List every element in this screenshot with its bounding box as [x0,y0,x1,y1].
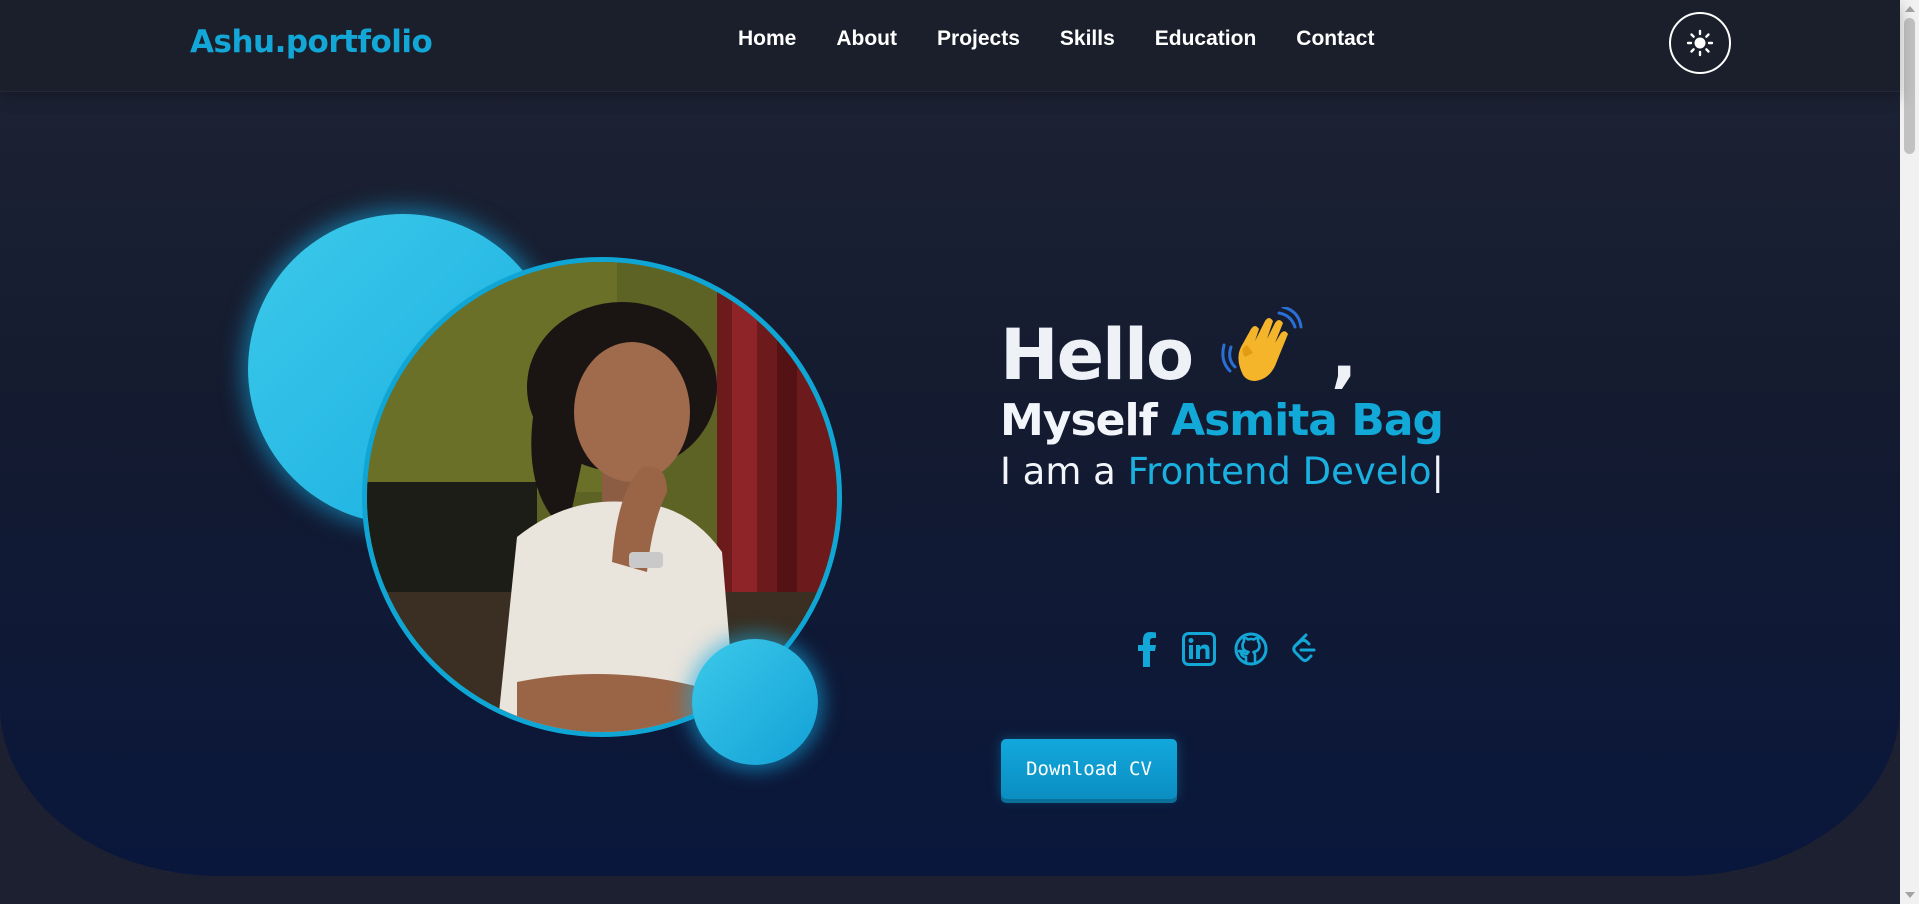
decorative-blob-small [692,639,818,765]
nav-link-contact[interactable]: Contact [1296,27,1374,50]
nav-item-contact: Contact [1296,27,1374,51]
nav-link-projects[interactable]: Projects [937,27,1020,50]
hello-text: Hello [1000,314,1194,396]
leetcode-icon [1292,633,1316,662]
theme-toggle-button[interactable] [1669,12,1731,74]
hero-greeting: Hello , [1000,307,1358,396]
waving-hand-icon [1220,307,1303,381]
nav-item-skills: Skills [1060,27,1115,51]
nav-link-education[interactable]: Education [1155,27,1257,50]
linkedin-link[interactable] [1180,630,1218,668]
nav-item-about: About [836,27,897,51]
navbar: Ashu.portfolio Home About Projects Skill… [0,0,1900,92]
nav-link-home[interactable]: Home [738,27,796,50]
linkedin-icon [1182,632,1216,666]
nav-link-about[interactable]: About [836,27,897,50]
hero-role: I am a Frontend Develo| [1000,450,1444,493]
nav-item-home: Home [738,27,796,51]
myself-label: Myself [1000,395,1158,446]
nav-item-projects: Projects [937,27,1020,51]
hero-intro: Myself Asmita Bag [1000,395,1444,446]
leetcode-link[interactable] [1284,630,1322,668]
scroll-down-arrow-icon[interactable] [1905,892,1915,898]
github-link[interactable] [1232,630,1270,668]
role-typed-text: Frontend Develo [1127,450,1432,493]
site-logo[interactable]: Ashu.portfolio [190,24,433,60]
nav-item-education: Education [1155,27,1257,51]
social-links [1128,630,1322,668]
role-prefix: I am a [1000,450,1116,493]
hero-section: Hello , Myself Asmita Bag I am a Fronten… [0,92,1900,876]
nav-links: Home About Projects Skills Education Con… [738,27,1374,51]
github-icon [1234,632,1268,666]
facebook-link[interactable] [1128,630,1166,668]
nav-link-skills[interactable]: Skills [1060,27,1115,50]
scrollbar-thumb[interactable] [1904,18,1915,154]
scroll-up-arrow-icon[interactable] [1905,6,1915,12]
page-scrollbar[interactable] [1900,0,1919,904]
hero-name: Asmita Bag [1171,395,1444,446]
download-cv-button[interactable]: Download CV [1001,739,1177,799]
typing-cursor: | [1431,450,1444,493]
facebook-icon [1138,632,1156,667]
hello-comma: , [1330,314,1358,396]
sun-icon [1686,29,1714,57]
